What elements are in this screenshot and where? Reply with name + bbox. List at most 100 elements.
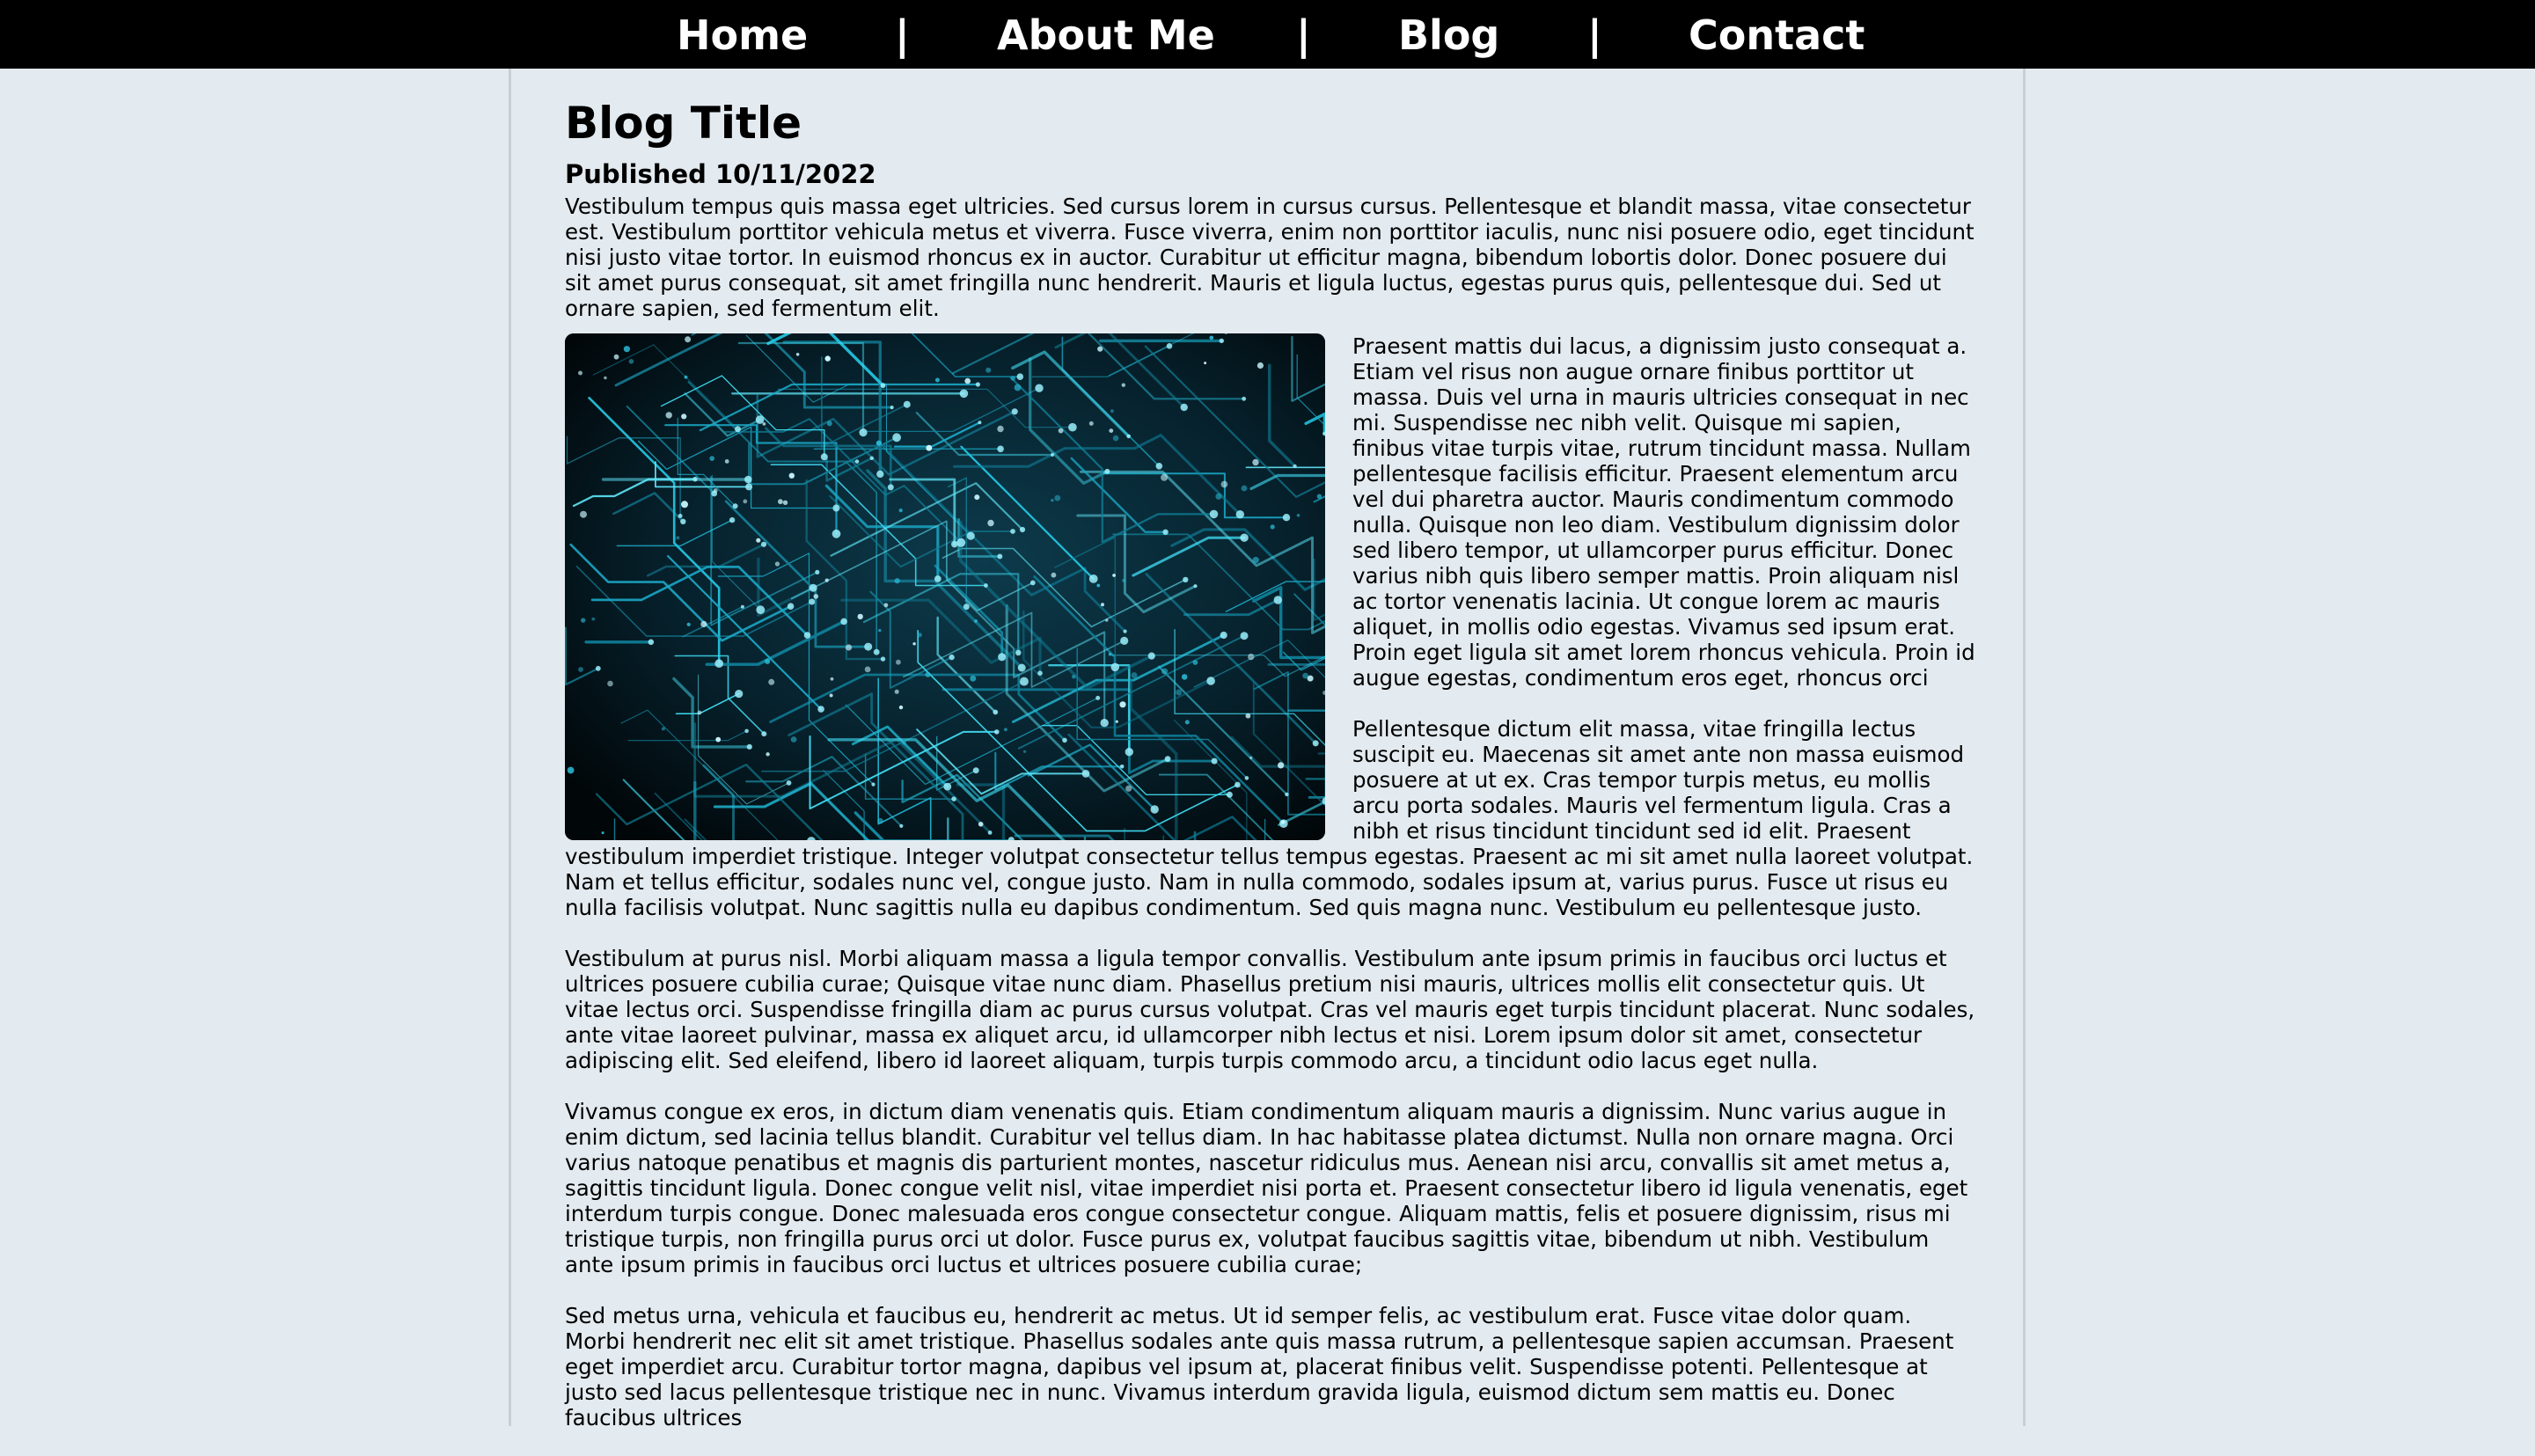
circuit-pad <box>756 538 761 543</box>
circuit-pad <box>735 690 744 699</box>
circuit-pad <box>972 767 979 774</box>
circuit-pad <box>768 678 775 685</box>
circuit-pad <box>678 514 683 518</box>
circuit-pad <box>949 654 955 661</box>
circuit-pad <box>1180 403 1188 412</box>
circuit-pad <box>1062 737 1067 743</box>
published-date: Published 10/11/2022 <box>565 159 876 189</box>
circuit-pad <box>1257 362 1264 369</box>
circuit-pad <box>1101 603 1104 607</box>
circuit-pad <box>987 830 993 835</box>
circuit-pad <box>1249 756 1253 760</box>
circuit-pad <box>997 425 1004 433</box>
circuit-pad <box>887 484 894 491</box>
post-paragraph: Vivamus congue ex eros, in dictum diam v… <box>565 1099 1968 1277</box>
circuit-pad <box>1240 533 1249 542</box>
circuit-pad <box>984 583 988 588</box>
circuit-pad <box>883 603 889 608</box>
circuit-pad <box>786 780 792 786</box>
nav-separator: | <box>895 11 910 59</box>
circuit-pad <box>1281 820 1286 824</box>
circuit-pad <box>591 617 596 621</box>
circuit-pad <box>1017 663 1026 672</box>
circuit-pad <box>890 406 894 410</box>
circuit-pad <box>1088 574 1098 583</box>
circuit-pad <box>809 583 817 592</box>
circuit-pad <box>1155 463 1163 470</box>
circuit-pad <box>877 817 883 824</box>
nav-separator: | <box>1587 11 1602 59</box>
nav-about-me-link[interactable]: About Me <box>997 0 1215 69</box>
circuit-pad <box>951 540 958 548</box>
circuit-pad <box>1316 494 1322 499</box>
circuit-pad <box>956 538 966 547</box>
circuit-pad <box>978 421 982 425</box>
circuit-pad <box>1270 524 1275 530</box>
nav-home-link[interactable]: Home <box>677 0 808 69</box>
circuit-pad <box>607 680 613 687</box>
circuit-pad <box>1125 748 1133 757</box>
circuit-pad <box>898 705 904 710</box>
circuit-pad <box>1110 409 1114 413</box>
circuit-pad <box>1088 421 1094 426</box>
circuit-pad <box>1235 510 1244 519</box>
circuit-pad <box>998 653 1007 662</box>
circuit-pad <box>1131 672 1138 679</box>
circuit-pad <box>676 536 680 540</box>
circuit-pad <box>815 569 820 574</box>
circuit-pad <box>1121 383 1125 387</box>
circuit-pad <box>820 453 828 461</box>
circuit-pad <box>1244 776 1249 780</box>
nav-blog-link[interactable]: Blog <box>1398 0 1499 69</box>
circuit-pad <box>692 476 698 482</box>
circuit-pad <box>829 693 833 698</box>
circuit-pad <box>788 472 795 479</box>
circuit-pad <box>1164 756 1171 763</box>
circuit-pad <box>684 375 688 379</box>
circuit-pad <box>745 483 753 491</box>
circuit-pad <box>1242 396 1247 401</box>
circuit-pad <box>1204 362 1207 365</box>
circuit-pad <box>1184 720 1190 725</box>
circuit-pad <box>1119 701 1126 708</box>
circuit-pad <box>1105 618 1109 622</box>
circuit-pad <box>1192 660 1198 665</box>
circuit-pad <box>601 831 604 835</box>
circuit-pad <box>1010 376 1015 381</box>
circuit-pad <box>1241 485 1248 492</box>
circuit-pad <box>840 618 847 626</box>
post-body: Vestibulum tempus quis massa eget ultric… <box>565 194 1976 1456</box>
circuit-pad <box>824 355 831 362</box>
circuit-pad <box>859 428 868 437</box>
circuit-pad <box>857 613 863 620</box>
circuit-pad <box>1109 428 1114 433</box>
circuit-pad <box>628 359 634 364</box>
circuit-pad <box>1162 529 1169 535</box>
circuit-pad <box>934 377 940 383</box>
circuit-pad <box>892 433 901 443</box>
circuit-pad <box>1181 674 1188 680</box>
circuit-pad <box>1004 728 1007 732</box>
circuit-pad <box>623 346 630 353</box>
circuit-pad <box>580 510 587 518</box>
circuit-pad <box>876 470 884 479</box>
circuit-pad <box>864 666 871 673</box>
circuit-board-image <box>565 333 1325 840</box>
circuit-pad <box>1019 526 1026 533</box>
circuit-pad <box>680 518 686 524</box>
circuit-pad <box>1097 346 1103 352</box>
circuit-pad <box>724 459 729 464</box>
circuit-pad <box>970 675 977 682</box>
circuit-pad <box>756 605 766 615</box>
circuit-pad <box>1051 572 1057 578</box>
circuit-pad <box>1240 632 1249 640</box>
circuit-pad <box>1252 556 1259 564</box>
circuit-pad <box>803 632 811 639</box>
nav-contact-link[interactable]: Contact <box>1689 0 1865 69</box>
circuit-pad <box>934 575 941 582</box>
circuit-pad <box>845 644 853 651</box>
circuit-pad <box>743 499 748 504</box>
circuit-pad <box>1161 668 1169 675</box>
circuit-pad <box>1016 373 1024 380</box>
blog-title: Blog Title <box>565 98 802 149</box>
